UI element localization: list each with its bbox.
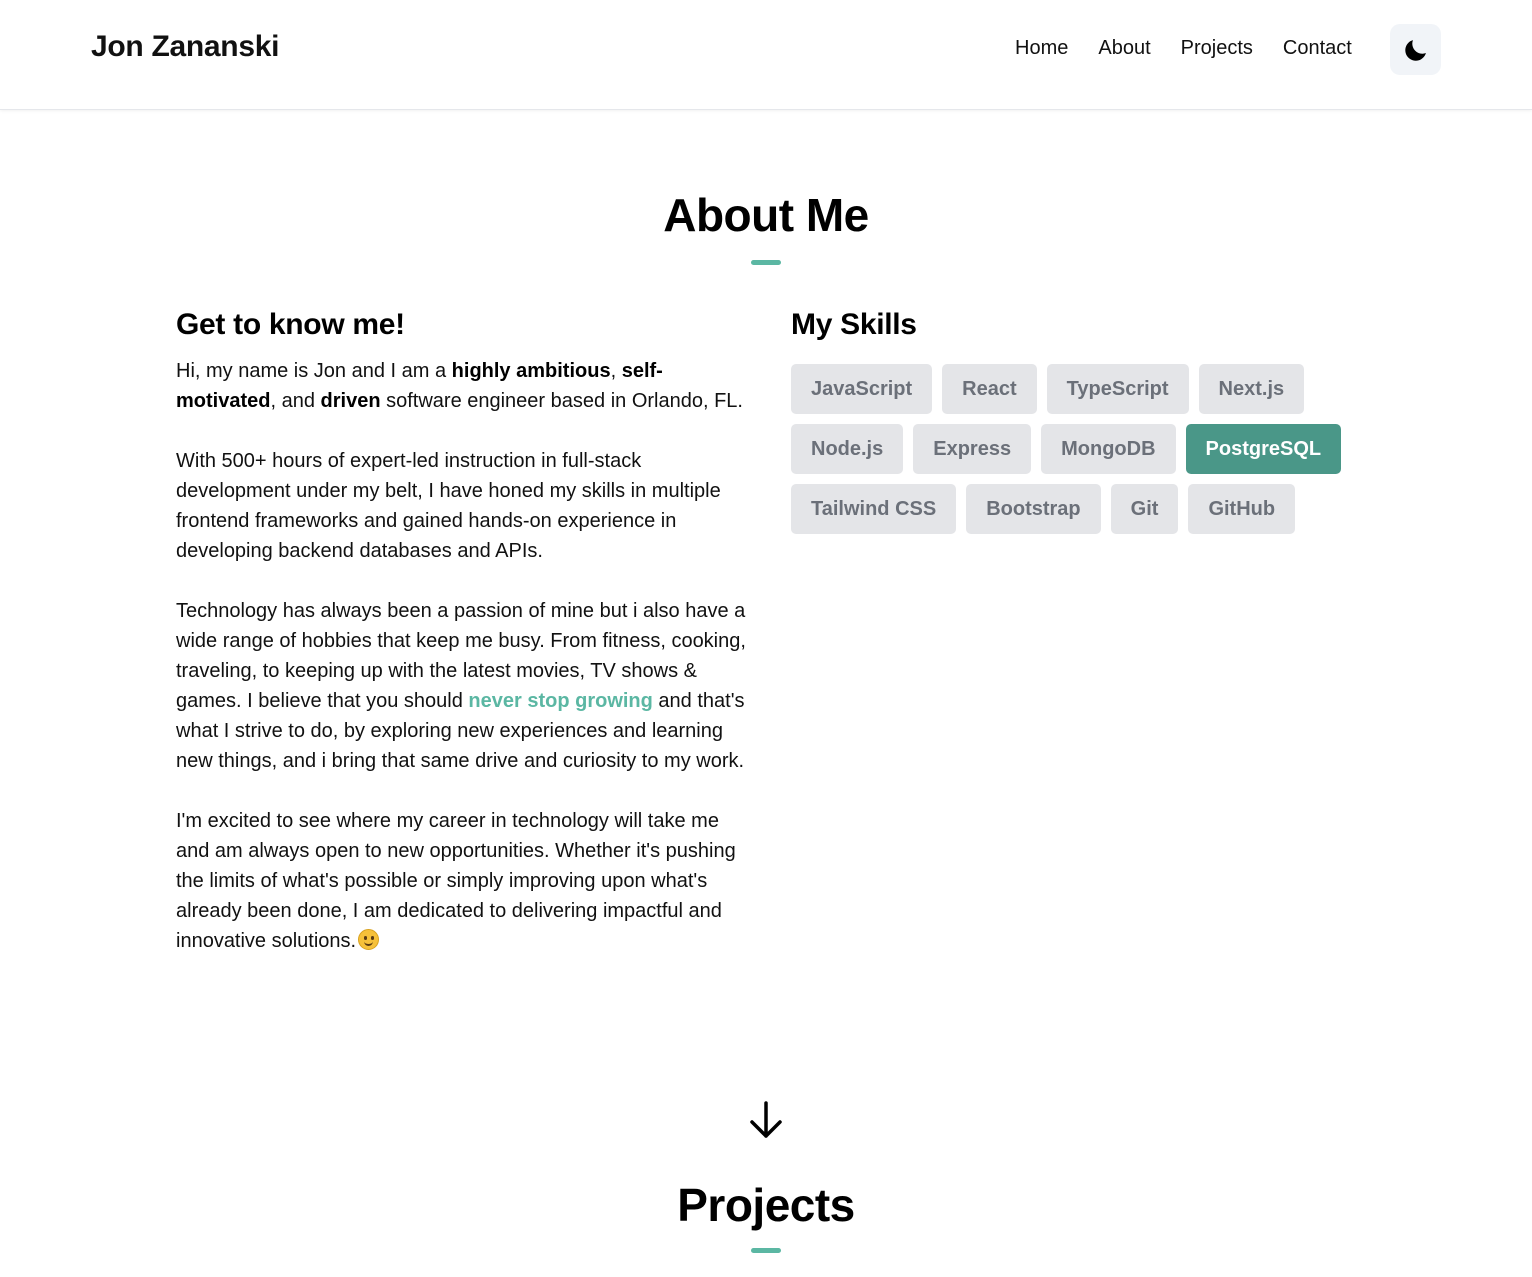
skill-chip-react[interactable]: React bbox=[942, 364, 1037, 414]
nav-home[interactable]: Home bbox=[1015, 37, 1068, 60]
skill-chip-github[interactable]: GitHub bbox=[1188, 484, 1296, 534]
nav-projects[interactable]: Projects bbox=[1181, 37, 1253, 60]
skill-chip-next-js[interactable]: Next.js bbox=[1198, 364, 1305, 414]
smiling-face-icon bbox=[358, 929, 380, 950]
arrow-down-icon[interactable] bbox=[748, 1100, 784, 1140]
skill-chip-mongodb[interactable]: MongoDB bbox=[1041, 424, 1176, 474]
skill-chip-node-js[interactable]: Node.js bbox=[791, 424, 904, 474]
site-header: Jon Zananski Home About Projects Contact bbox=[0, 0, 1532, 110]
moon-icon bbox=[1404, 39, 1426, 61]
bio-paragraph-4: I'm excited to see where my career in te… bbox=[176, 810, 736, 952]
about-bio: Get to know me! Hi, my name is Jon and I… bbox=[176, 308, 748, 986]
theme-toggle-button[interactable] bbox=[1390, 24, 1441, 75]
skill-chip-express[interactable]: Express bbox=[913, 424, 1032, 474]
skill-chip-postgresql[interactable]: PostgreSQL bbox=[1185, 424, 1342, 474]
skills-heading: My Skills bbox=[791, 308, 917, 341]
bio-paragraph-2: With 500+ hours of expert-led instructio… bbox=[176, 450, 721, 562]
skill-chip-bootstrap[interactable]: Bootstrap bbox=[966, 484, 1101, 534]
about-title-underline bbox=[751, 260, 781, 265]
skill-chip-javascript[interactable]: JavaScript bbox=[791, 364, 933, 414]
highlight-link[interactable]: never stop growing bbox=[468, 690, 652, 712]
brand-logo-link[interactable]: Jon Zananski bbox=[91, 30, 279, 64]
skills-list: JavaScript React TypeScript Next.js Node.js E… bbox=[791, 364, 1351, 534]
skill-chip-tailwind-css[interactable]: Tailwind CSS bbox=[791, 484, 957, 534]
nav-about[interactable]: About bbox=[1098, 37, 1150, 60]
main-nav: Home About Projects Contact bbox=[1015, 37, 1352, 60]
projects-title-underline bbox=[751, 1248, 781, 1253]
projects-title: Projects bbox=[677, 1179, 855, 1231]
nav-contact[interactable]: Contact bbox=[1283, 37, 1352, 60]
skill-chip-typescript[interactable]: TypeScript bbox=[1046, 364, 1189, 414]
bio-paragraph-1: Hi, my name is Jon and I am a highly amb… bbox=[176, 360, 743, 412]
intro-heading: Get to know me! bbox=[176, 308, 405, 341]
about-title: About Me bbox=[663, 189, 869, 241]
bio-paragraph-3: Technology has always been a passion of … bbox=[176, 600, 746, 772]
skill-chip-git[interactable]: Git bbox=[1110, 484, 1179, 534]
skills-section: My Skills JavaScript React TypeScript Next.… bbox=[791, 308, 1351, 534]
